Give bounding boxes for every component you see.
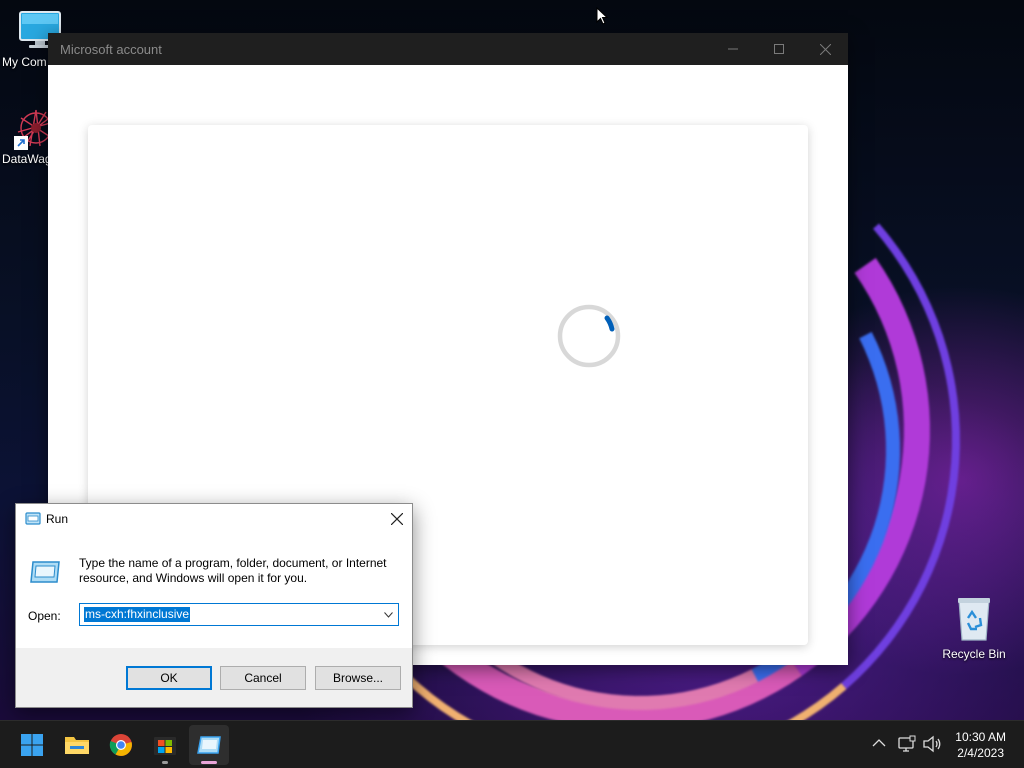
- clock-time: 10:30 AM: [955, 730, 1006, 744]
- dialog-title: Run: [46, 512, 69, 526]
- start-button[interactable]: [12, 725, 52, 765]
- open-combobox[interactable]: ms-cxh:fhxinclusive: [79, 603, 399, 626]
- run-program-icon: [29, 560, 61, 589]
- network-icon: [898, 735, 916, 752]
- chevron-up-icon: [872, 739, 886, 747]
- desktop: My Com DataWag Recycle Bin Microsoft acc…: [0, 0, 1024, 720]
- show-hidden-icons-button[interactable]: [872, 735, 886, 753]
- close-button[interactable]: [802, 33, 848, 65]
- volume-button[interactable]: [922, 735, 942, 758]
- open-label: Open:: [28, 609, 61, 623]
- microsoft-store-icon: [154, 737, 176, 755]
- run-icon: [25, 512, 41, 529]
- running-indicator: [162, 761, 168, 764]
- window-title: Microsoft account: [60, 42, 162, 57]
- maximize-icon: [774, 44, 784, 54]
- mouse-cursor-icon: [596, 6, 609, 30]
- file-explorer-icon: [65, 737, 89, 754]
- taskbar-microsoft-store[interactable]: [145, 725, 185, 765]
- desktop-icon-recycle-bin[interactable]: Recycle Bin: [938, 596, 1010, 661]
- dropdown-button[interactable]: [380, 606, 396, 623]
- loading-spinner-icon: [556, 303, 622, 374]
- cancel-button[interactable]: Cancel: [220, 666, 306, 690]
- active-indicator: [201, 761, 217, 764]
- run-icon: [197, 736, 221, 754]
- ok-button[interactable]: OK: [126, 666, 212, 690]
- minimize-icon: [728, 48, 738, 50]
- dialog-description: Type the name of a program, folder, docu…: [79, 556, 387, 585]
- windows-start-icon: [21, 734, 43, 756]
- network-button[interactable]: [898, 735, 916, 758]
- chevron-down-icon: [383, 611, 393, 618]
- chrome-icon: [109, 734, 132, 756]
- speaker-icon: [923, 735, 941, 753]
- window-titlebar[interactable]: Microsoft account: [48, 33, 848, 65]
- close-icon: [391, 513, 403, 525]
- desktop-icon-label: Recycle Bin: [942, 647, 1006, 661]
- taskbar-run[interactable]: [189, 725, 229, 765]
- run-dialog: Run Type the name of a program, folder, …: [15, 503, 413, 708]
- dialog-titlebar[interactable]: Run: [16, 504, 412, 534]
- clock-date: 2/4/2023: [957, 746, 1004, 760]
- dialog-body: Type the name of a program, folder, docu…: [16, 534, 412, 648]
- shortcut-arrow-icon: [14, 136, 28, 150]
- taskbar: 10:30 AM 2/4/2023: [0, 720, 1024, 768]
- browse-button[interactable]: Browse...: [315, 666, 401, 690]
- open-input-value[interactable]: ms-cxh:fhxinclusive: [84, 607, 191, 622]
- minimize-button[interactable]: [710, 33, 756, 65]
- taskbar-chrome[interactable]: [101, 725, 141, 765]
- recycle-bin-icon: [954, 596, 994, 645]
- taskbar-file-explorer[interactable]: [57, 725, 97, 765]
- close-icon: [819, 43, 831, 55]
- taskbar-clock[interactable]: 10:30 AM 2/4/2023: [955, 729, 1006, 761]
- maximize-button[interactable]: [756, 33, 802, 65]
- dialog-close-button[interactable]: [382, 504, 412, 534]
